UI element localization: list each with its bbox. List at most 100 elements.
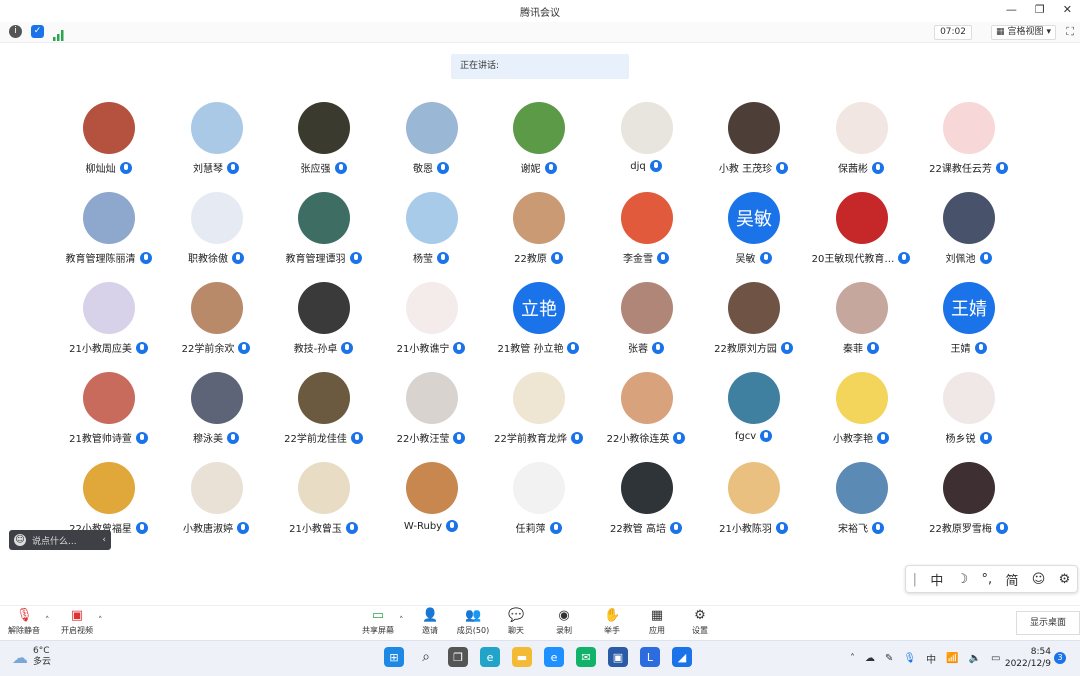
invite-button[interactable]: 👤 邀请 [408,609,452,636]
tencent-meeting-icon[interactable]: ◢ [672,647,692,667]
avatar[interactable] [405,282,458,334]
avatar[interactable] [620,372,673,424]
battery-icon[interactable]: ▭ [991,653,1000,664]
avatar[interactable] [513,372,565,424]
participant-tile[interactable]: 刘佩池 [915,190,1022,280]
participant-tile[interactable]: fgcv [700,370,807,460]
participant-tile[interactable]: 宋裕飞 [808,460,915,550]
avatar[interactable] [835,282,888,334]
apps-button[interactable]: ▦ 应用 [635,609,679,636]
ime-item[interactable]: ☺ [1032,572,1046,587]
ime-item[interactable]: 中 [930,570,943,589]
mic-icon[interactable]: 🎙 [903,653,916,664]
avatar[interactable] [190,102,243,154]
video-button[interactable]: ▣ 开启视频 [55,609,99,636]
avatar[interactable] [298,192,350,244]
windows-start-icon[interactable]: ⊞ [384,647,404,667]
avatar[interactable] [405,462,458,514]
avatar[interactable]: 王婧 [943,282,995,334]
participant-tile[interactable]: 小教 王茂珍 [700,100,807,190]
chevron-up-icon[interactable]: ˄ [98,616,103,626]
settings-button[interactable]: ⚙ 设置 [678,609,722,636]
participant-tile[interactable]: 22学前教育龙烨 [485,370,592,460]
info-icon[interactable]: i [9,25,22,38]
record-button[interactable]: ◉ 录制 [542,609,586,636]
pen-icon[interactable]: ✎ [885,653,893,664]
chevron-up-icon[interactable]: ˄ [45,616,50,626]
avatar[interactable] [405,192,458,244]
participant-tile[interactable]: 职教徐傲 [163,190,270,280]
avatar[interactable] [298,372,350,424]
participant-tile[interactable]: 李金雪 [593,190,700,280]
ime-item[interactable]: 简 [1005,570,1018,589]
participant-tile[interactable]: 保茜彬 [808,100,915,190]
restore-button[interactable]: ❐ [1035,3,1045,16]
signal-icon[interactable] [53,26,65,45]
lenovo-icon[interactable]: L [640,647,660,667]
participant-tile[interactable]: 教育管理陈丽清 [55,190,162,280]
participant-tile[interactable]: 21小教曾玉 [270,460,377,550]
emoji-icon[interactable]: ☺ [14,534,26,546]
avatar[interactable] [190,462,243,514]
avatar[interactable] [835,462,888,514]
avatar[interactable] [620,102,673,154]
chat-button[interactable]: 💬 聊天 [494,609,538,636]
avatar[interactable] [190,192,243,244]
participant-tile[interactable]: 敬恩 [378,100,485,190]
participant-tile[interactable]: 22小教徐连英 [593,370,700,460]
participant-tile[interactable]: 21小教陈羽 [700,460,807,550]
participant-tile[interactable]: 教育管理谭羽 [270,190,377,280]
chevron-up-icon[interactable]: ˄ [399,616,404,626]
avatar[interactable] [835,372,888,424]
ime-item[interactable]: ☽ [957,572,969,587]
participant-tile[interactable]: W-Ruby [378,460,485,550]
avatar[interactable] [83,372,135,424]
ime-item[interactable]: ⚙ [1059,572,1071,587]
participant-tile[interactable]: 立艳 21教管 孙立艳 [485,280,592,370]
collapse-icon[interactable]: ‹ [102,535,106,545]
close-button[interactable]: ✕ [1063,3,1072,16]
wifi-icon[interactable]: 📶 [946,653,958,664]
participant-tile[interactable]: 22教原刘方园 [700,280,807,370]
participant-tile[interactable]: 教技-孙卓 [270,280,377,370]
avatar[interactable] [835,192,888,244]
participant-tile[interactable]: 吴敏 吴敏 [700,190,807,280]
avatar[interactable] [83,462,135,514]
avatar[interactable] [83,102,135,154]
avatar[interactable] [620,282,673,334]
avatar[interactable]: 立艳 [513,282,565,334]
avatar[interactable] [728,282,780,334]
weather-widget[interactable]: ☁ 6°C 多云 [12,646,51,668]
avatar[interactable] [298,282,350,334]
participant-tile[interactable]: 刘慧琴 [163,100,270,190]
participant-tile[interactable]: 22教原 [485,190,592,280]
avatar[interactable] [835,102,888,154]
wechat-icon[interactable]: ✉ [576,647,596,667]
participant-tile[interactable]: 小教唐淑婷 [163,460,270,550]
avatar[interactable] [190,282,243,334]
participant-tile[interactable]: 杨莹 [378,190,485,280]
participant-tile[interactable]: 22学前龙佳佳 [270,370,377,460]
search-icon[interactable]: ⌕ [416,647,436,667]
edge-icon[interactable]: e [480,647,500,667]
participant-tile[interactable]: 任莉萍 [485,460,592,550]
ime-item[interactable]: °, [982,572,993,587]
participant-tile[interactable]: 22学前余欢 [163,280,270,370]
avatar[interactable] [943,372,995,424]
participant-tile[interactable]: 小教李艳 [808,370,915,460]
participant-tile[interactable]: 谢妮 [485,100,592,190]
participant-tile[interactable]: 22小教汪莹 [378,370,485,460]
ime-handle[interactable]: | [913,572,917,587]
avatar[interactable] [405,372,458,424]
participant-tile[interactable]: 22课教任云芳 [915,100,1022,190]
shield-icon[interactable]: ✓ [31,25,44,38]
minimize-button[interactable]: — [1006,3,1017,16]
avatar[interactable] [620,192,673,244]
raise-hand-button[interactable]: ✋ 举手 [590,609,634,636]
avatar[interactable] [83,282,135,334]
avatar[interactable] [943,192,995,244]
notification-badge[interactable]: 3 [1054,652,1066,664]
chat-placeholder[interactable]: 说点什么... [32,534,96,547]
participant-tile[interactable]: 杨乡锐 [915,370,1022,460]
participant-tile[interactable]: 张蓉 [593,280,700,370]
